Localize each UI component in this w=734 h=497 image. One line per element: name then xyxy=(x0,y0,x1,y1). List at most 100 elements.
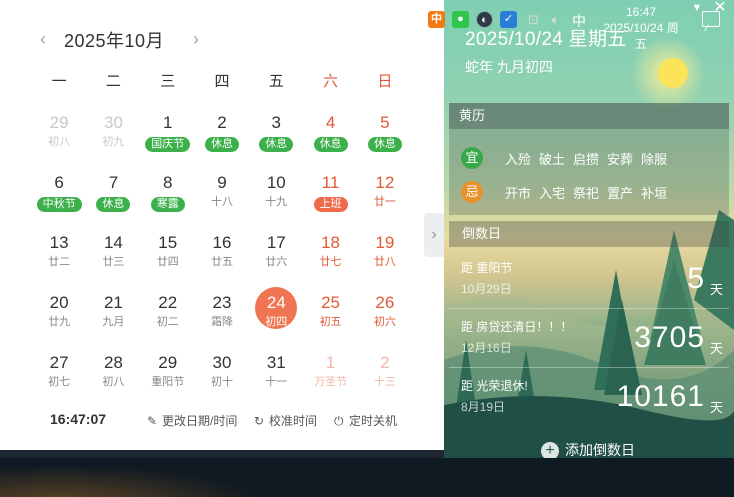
weekday-label: 二 xyxy=(105,73,121,90)
day-cell[interactable]: 30 初十 xyxy=(195,346,249,406)
day-number: 16 xyxy=(212,233,232,252)
day-grid: 29 初八 30 初九 1 国庆节 2 休息 3 休息 4 休息 5 休息 6 中秋节 7 休息 8 寒露 9 十八 10 十… xyxy=(32,106,412,406)
add-countdown-label: 添加倒数日 xyxy=(565,442,635,458)
day-cell[interactable]: 26 初六 xyxy=(358,286,412,346)
chevron-left-icon[interactable]: ‹ xyxy=(32,28,54,50)
day-number: 3 xyxy=(271,113,282,132)
countdown-item[interactable]: 距 房贷还清日！！！ 12月16日 3705 天 xyxy=(449,310,729,368)
almanac-item: 破土 xyxy=(539,152,566,167)
volume-icon[interactable]: 🔈︎ xyxy=(547,11,564,28)
countdown-unit: 天 xyxy=(709,341,723,356)
app-tray-icon[interactable]: ◐ xyxy=(476,11,493,28)
day-cell[interactable]: 1 万圣节 xyxy=(303,346,357,406)
day-cell[interactable]: 25 初五 xyxy=(303,286,357,346)
weekday-header: 一 二 三 四 五 六 日 xyxy=(32,70,412,94)
day-cell[interactable]: 5 休息 xyxy=(358,106,412,166)
calendar-footer: 16:47:07 ✎ 更改日期/时间 ↻ 校准时间 ⏻ 定时关机 xyxy=(0,406,444,434)
day-number: 5 xyxy=(380,113,390,132)
day-cell[interactable]: 30 初九 xyxy=(86,106,140,166)
day-cell[interactable]: 29 初八 xyxy=(32,106,86,166)
day-cell[interactable]: 6 中秋节 xyxy=(32,166,86,226)
lunar-date: 廿一 xyxy=(373,196,396,208)
lunar-date: 初七 xyxy=(48,376,71,388)
day-cell[interactable]: 11 上班 xyxy=(303,166,357,226)
chevron-right-icon[interactable]: › xyxy=(185,28,207,50)
lunar-date: 廿三 xyxy=(102,256,125,268)
day-number: 7 xyxy=(108,173,119,192)
day-cell[interactable]: 16 廿五 xyxy=(195,226,249,286)
timed-shutdown-button[interactable]: ⏻ 定时关机 xyxy=(334,412,397,429)
add-countdown-button[interactable]: + 添加倒数日 xyxy=(541,440,635,458)
holiday-badge: 寒露 xyxy=(150,197,185,212)
almanac-item: 入宅 xyxy=(539,186,566,201)
day-cell[interactable]: 7 休息 xyxy=(86,166,140,226)
weekday-label: 日 xyxy=(377,73,393,90)
countdown-item[interactable]: 距 重阳节 10月29日 5 天 xyxy=(449,251,729,309)
day-cell[interactable]: 13 廿二 xyxy=(32,226,86,286)
lunar-date: 廿五 xyxy=(210,256,233,268)
day-cell[interactable]: 2 十三 xyxy=(358,346,412,406)
avoid-items: 开市 入宅 祭祀 置产 补垣 xyxy=(505,183,675,202)
day-cell[interactable]: 4 休息 xyxy=(303,106,357,166)
day-number: 27 xyxy=(49,353,69,372)
day-cell[interactable]: 29 重阳节 xyxy=(141,346,195,406)
day-number: 13 xyxy=(49,233,69,252)
almanac-section[interactable]: 黄历 宜 入殓 破土 启攒 安葬 除服 忌 开市 入宅 祭祀 置产 补垣 xyxy=(449,103,729,215)
sync-time-button[interactable]: ↻ 校准时间 xyxy=(254,412,317,429)
almanac-item: 祭祀 xyxy=(573,186,600,201)
countdown-date: 12月16日 xyxy=(461,341,512,355)
day-number: 2 xyxy=(380,353,390,372)
day-cell[interactable]: 8 寒露 xyxy=(141,166,195,226)
day-cell[interactable]: 9 十八 xyxy=(195,166,249,226)
holiday-badge: 休息 xyxy=(96,197,131,212)
day-number: 31 xyxy=(266,353,286,372)
countdown-date: 10月29日 xyxy=(461,282,512,296)
taskbar-date: 2025/10/24 周五 xyxy=(603,21,679,51)
holiday-badge: 休息 xyxy=(367,137,402,152)
day-number: 11 xyxy=(321,173,340,192)
change-datetime-label: 更改日期/时间 xyxy=(162,414,238,428)
taskbar-clock[interactable]: 16:47 2025/10/24 周五 xyxy=(598,4,684,52)
day-cell[interactable]: 18 廿七 xyxy=(303,226,357,286)
day-cell[interactable]: 22 初二 xyxy=(141,286,195,346)
day-number: 8 xyxy=(162,173,173,192)
change-datetime-button[interactable]: ✎ 更改日期/时间 xyxy=(147,412,237,429)
weekday-label: 一 xyxy=(51,73,67,90)
collapse-panel-toggle[interactable]: › xyxy=(424,213,444,257)
day-cell[interactable]: 10 十九 xyxy=(249,166,303,226)
network-icon[interactable]: ⊡ xyxy=(525,11,542,28)
input-language-indicator[interactable]: 中 xyxy=(572,11,586,31)
suitable-items: 入殓 破土 启攒 安葬 除服 xyxy=(505,149,675,168)
day-cell[interactable]: 15 廿四 xyxy=(141,226,195,286)
day-cell-today[interactable]: 24 初四 xyxy=(249,286,303,346)
day-cell[interactable]: 17 廿六 xyxy=(249,226,303,286)
weekday-label: 三 xyxy=(160,73,176,90)
wechat-icon[interactable]: ● xyxy=(452,11,469,28)
lunar-date: 廿八 xyxy=(373,256,396,268)
day-number: 24 xyxy=(266,293,286,312)
notification-icon[interactable] xyxy=(702,11,720,27)
day-cell[interactable]: 3 休息 xyxy=(249,106,303,166)
panel-lunar-date: 蛇年 九月初四 xyxy=(465,59,553,75)
month-title[interactable]: 2025年10月 xyxy=(64,27,164,53)
countdown-item[interactable]: 距 光荣退休! 8月19日 10161 天 xyxy=(449,369,729,427)
almanac-item: 置产 xyxy=(607,186,634,201)
ime-tray-icon[interactable]: 中 xyxy=(428,11,445,28)
day-cell[interactable]: 31 十一 xyxy=(249,346,303,406)
bluetooth-icon[interactable]: ✓ xyxy=(500,11,517,28)
day-cell[interactable]: 21 九月 xyxy=(86,286,140,346)
day-cell[interactable]: 27 初七 xyxy=(32,346,86,406)
day-cell[interactable]: 14 廿三 xyxy=(86,226,140,286)
day-cell[interactable]: 2 休息 xyxy=(195,106,249,166)
refresh-icon: ↻ xyxy=(254,414,265,428)
day-number: 19 xyxy=(375,233,395,252)
lunar-date: 廿二 xyxy=(48,256,71,268)
day-cell[interactable]: 12 廿一 xyxy=(358,166,412,226)
almanac-avoid-row: 忌 开市 入宅 祭祀 置产 补垣 xyxy=(461,181,727,203)
day-cell[interactable]: 1 国庆节 xyxy=(141,106,195,166)
day-cell[interactable]: 23 霜降 xyxy=(195,286,249,346)
day-cell[interactable]: 19 廿八 xyxy=(358,226,412,286)
day-cell[interactable]: 28 初八 xyxy=(86,346,140,406)
sun-illustration xyxy=(658,58,688,88)
day-cell[interactable]: 20 廿九 xyxy=(32,286,86,346)
